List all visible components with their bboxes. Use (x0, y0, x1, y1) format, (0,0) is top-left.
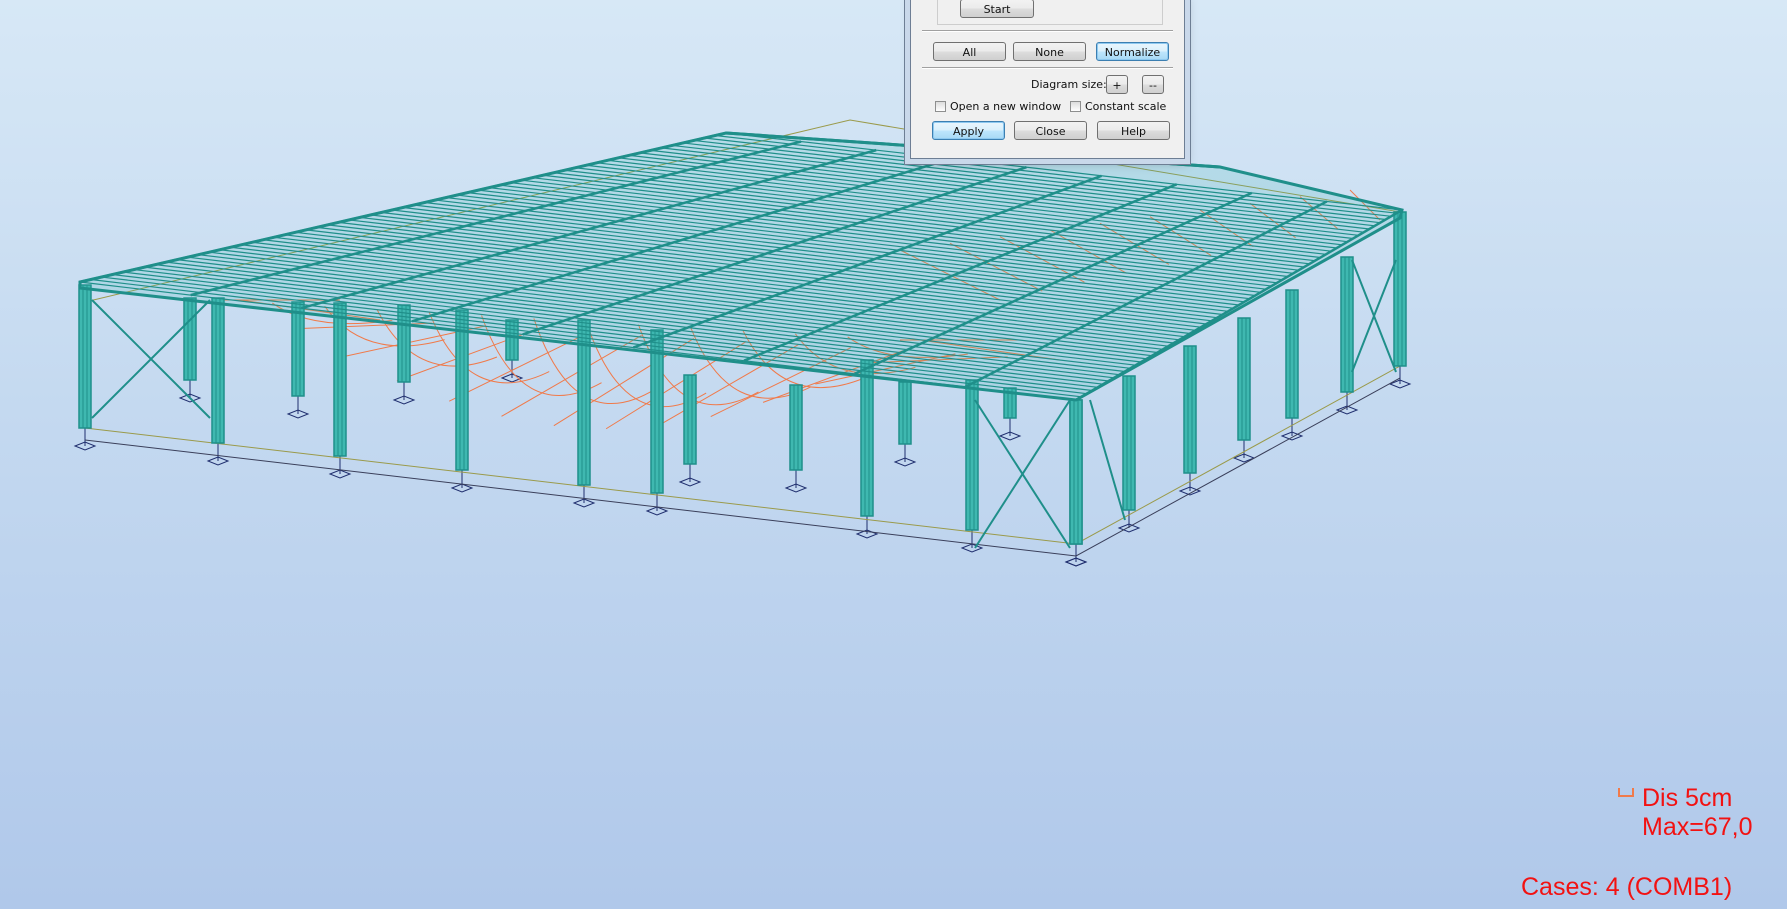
start-group: Start (937, 0, 1163, 25)
structure-3d-view[interactable] (0, 0, 1787, 909)
diagram-size-label: Diagram size: (1031, 78, 1107, 91)
apply-button[interactable]: Apply (932, 121, 1005, 140)
open-new-window-label: Open a new window (950, 100, 1062, 113)
displacement-scale-label: Dis 5cm (1642, 784, 1733, 812)
all-button[interactable]: All (933, 42, 1006, 61)
diagram-size-minus-button[interactable]: -- (1142, 75, 1164, 94)
normalize-button[interactable]: Normalize (1096, 42, 1169, 61)
help-button[interactable]: Help (1097, 121, 1170, 140)
constant-scale-label: Constant scale (1085, 100, 1167, 113)
start-button[interactable]: Start (960, 0, 1034, 18)
roof-structure (78, 131, 1404, 402)
none-button[interactable]: None (1013, 42, 1086, 61)
open-new-window-checkbox[interactable] (935, 101, 946, 112)
separator (922, 30, 1173, 32)
diagrams-dialog: Start All None Normalize Diagram size: +… (910, 0, 1185, 159)
close-button[interactable]: Close (1014, 121, 1087, 140)
max-value-label: Max=67,0 (1642, 813, 1753, 841)
load-cases-label: Cases: 4 (COMB1) (1521, 873, 1733, 901)
separator (922, 67, 1173, 69)
diagram-size-plus-button[interactable]: + (1106, 75, 1128, 94)
displacement-icon (1618, 788, 1634, 797)
constant-scale-checkbox[interactable] (1070, 101, 1081, 112)
